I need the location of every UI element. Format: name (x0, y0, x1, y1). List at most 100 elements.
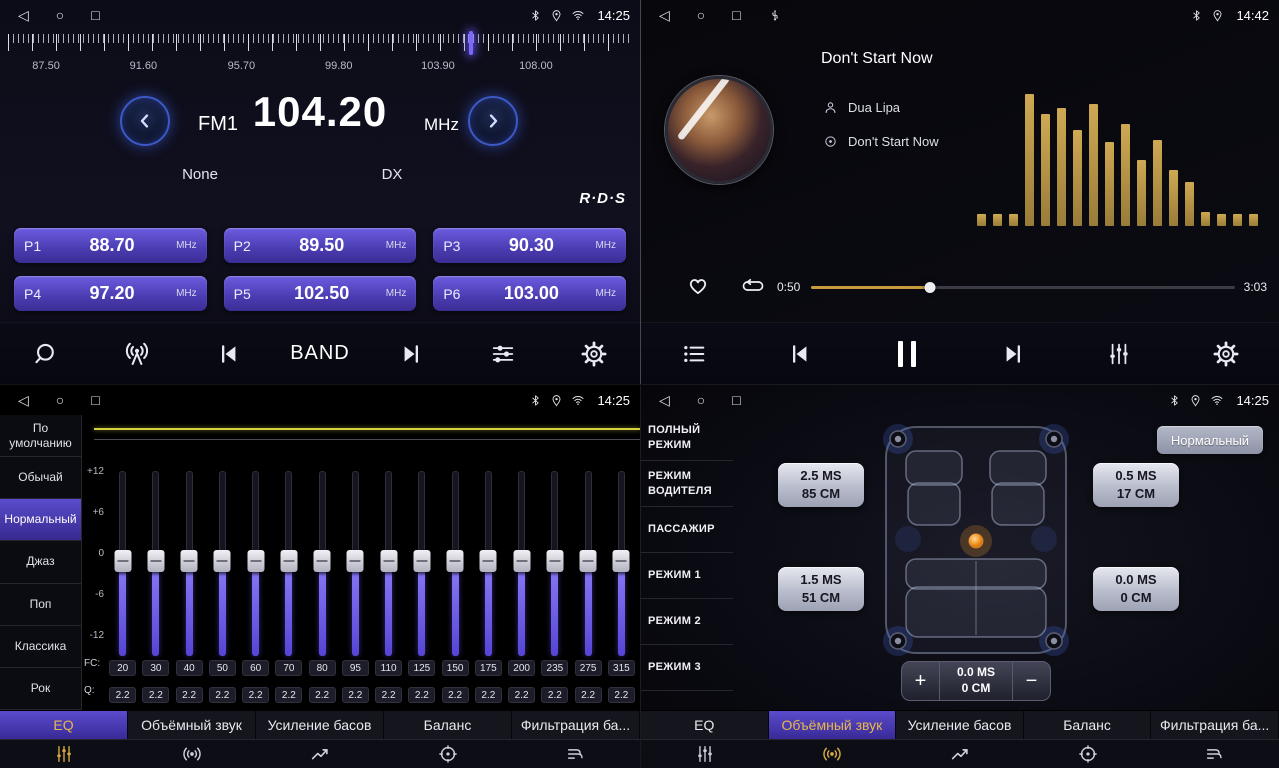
audio-tab[interactable]: Объёмный звук (128, 711, 256, 739)
broadcast-button[interactable] (91, 339, 182, 369)
eq-slider-handle[interactable] (613, 550, 630, 572)
recents-icon[interactable]: □ (91, 393, 99, 407)
home-icon[interactable]: ○ (697, 8, 705, 22)
eq-slider-handle[interactable] (280, 550, 297, 572)
preset-button[interactable]: P4 97.20 MHz (14, 276, 207, 311)
audio-tab[interactable]: Фильтрация ба... (1151, 711, 1279, 739)
increase-delay-button[interactable]: + (902, 662, 940, 700)
band-button[interactable]: BAND (274, 342, 365, 365)
delay-rear-left[interactable]: 1.5 MS 51 CM (778, 567, 864, 611)
audio-tab[interactable]: EQ (0, 711, 128, 739)
tuner-indicator[interactable] (469, 31, 473, 55)
eq-preset-item[interactable]: Джаз (0, 541, 81, 583)
eq-slider-handle[interactable] (380, 550, 397, 572)
listening-mode-item[interactable]: ПОЛНЫЙ РЕЖИМ (641, 415, 733, 461)
eq-preset-item[interactable]: Нормальный (0, 499, 81, 541)
previous-track-button[interactable] (747, 340, 853, 368)
eq-slider-handle[interactable] (513, 550, 530, 572)
eq-slider-handle[interactable] (247, 550, 264, 572)
audio-tab[interactable]: Усиление басов (256, 711, 384, 739)
back-icon[interactable]: ◁ (18, 393, 29, 407)
eq-slider[interactable] (618, 471, 625, 656)
tab-icon-surround[interactable] (769, 740, 897, 768)
eq-slider[interactable] (352, 471, 359, 656)
audio-tab[interactable]: EQ (641, 711, 769, 739)
home-icon[interactable]: ○ (56, 8, 64, 22)
scan-button[interactable] (0, 340, 91, 368)
audio-tab[interactable]: Усиление басов (896, 711, 1024, 739)
tab-icon-filter[interactable] (1151, 740, 1279, 768)
tab-icon-surround[interactable] (128, 740, 256, 768)
audio-tab[interactable]: Фильтрация ба... (512, 711, 640, 739)
tab-icon-balance[interactable] (384, 740, 512, 768)
settings-button[interactable] (549, 340, 640, 368)
eq-slider-handle[interactable] (546, 550, 563, 572)
audio-tab[interactable]: Баланс (384, 711, 512, 739)
eq-slider-handle[interactable] (347, 550, 364, 572)
eq-slider-handle[interactable] (413, 550, 430, 572)
eq-preset-item[interactable]: Обычай (0, 457, 81, 499)
preset-button[interactable]: P2 89.50 MHz (224, 228, 417, 263)
eq-slider[interactable] (485, 471, 492, 656)
delay-rear-right[interactable]: 0.0 MS 0 CM (1093, 567, 1179, 611)
recents-icon[interactable]: □ (91, 8, 99, 22)
audio-tab[interactable]: Объёмный звук (769, 711, 897, 739)
preset-button[interactable]: P6 103.00 MHz (433, 276, 626, 311)
listening-mode-item[interactable]: РЕЖИМ 3 (641, 645, 733, 691)
eq-slider[interactable] (252, 471, 259, 656)
preset-button[interactable]: P5 102.50 MHz (224, 276, 417, 311)
eq-slider-handle[interactable] (214, 550, 231, 572)
tab-icon-eq[interactable] (641, 740, 769, 768)
eq-slider[interactable] (418, 471, 425, 656)
eq-slider[interactable] (518, 471, 525, 656)
repeat-button[interactable] (741, 274, 765, 298)
eq-slider[interactable] (452, 471, 459, 656)
eq-preset-item[interactable]: По умолчанию (0, 415, 81, 457)
tone-button[interactable] (457, 340, 548, 368)
listening-mode-item[interactable]: РЕЖИМ ВОДИТЕЛЯ (641, 461, 733, 507)
eq-slider[interactable] (551, 471, 558, 656)
listening-mode-item[interactable]: РЕЖИМ 2 (641, 599, 733, 645)
eq-slider[interactable] (186, 471, 193, 656)
eq-preset-item[interactable]: Поп (0, 584, 81, 626)
eq-slider-handle[interactable] (580, 550, 597, 572)
preset-button[interactable]: P1 88.70 MHz (14, 228, 207, 263)
eq-slider-handle[interactable] (480, 550, 497, 572)
settings-button[interactable] (1173, 340, 1279, 368)
home-icon[interactable]: ○ (697, 393, 705, 407)
home-icon[interactable]: ○ (56, 393, 64, 407)
eq-slider-handle[interactable] (447, 550, 464, 572)
tab-icon-eq[interactable] (0, 740, 128, 768)
seek-bar[interactable] (811, 286, 1235, 289)
favorite-button[interactable] (685, 272, 711, 298)
pause-button[interactable] (854, 341, 960, 367)
eq-slider-handle[interactable] (181, 550, 198, 572)
eq-slider[interactable] (219, 471, 226, 656)
preset-button[interactable]: P3 90.30 MHz (433, 228, 626, 263)
eq-slider[interactable] (585, 471, 592, 656)
playlist-button[interactable] (641, 340, 747, 368)
recents-icon[interactable]: □ (732, 8, 740, 22)
eq-slider-handle[interactable] (314, 550, 331, 572)
eq-preset-item[interactable]: Рок (0, 668, 81, 710)
eq-slider[interactable] (119, 471, 126, 656)
next-track-button[interactable] (960, 340, 1066, 368)
listening-mode-item[interactable]: РЕЖИМ 1 (641, 553, 733, 599)
back-icon[interactable]: ◁ (659, 8, 670, 22)
eq-slider-handle[interactable] (147, 550, 164, 572)
mixer-button[interactable] (1066, 340, 1172, 368)
eq-slider[interactable] (319, 471, 326, 656)
tab-icon-filter[interactable] (512, 740, 640, 768)
eq-slider-handle[interactable] (114, 550, 131, 572)
back-icon[interactable]: ◁ (659, 393, 670, 407)
listening-mode-item[interactable]: ПАССАЖИР (641, 507, 733, 553)
tune-up-button[interactable] (468, 96, 518, 146)
previous-station-button[interactable] (183, 340, 274, 368)
tuner-scale[interactable]: 87.5091.6095.7099.80103.90108.00 (8, 34, 632, 80)
eq-slider[interactable] (385, 471, 392, 656)
sound-preset-button[interactable]: Нормальный (1157, 426, 1263, 454)
delay-front-left[interactable]: 2.5 MS 85 CM (778, 463, 864, 507)
eq-preset-item[interactable]: Классика (0, 626, 81, 668)
back-icon[interactable]: ◁ (18, 8, 29, 22)
next-station-button[interactable] (366, 340, 457, 368)
